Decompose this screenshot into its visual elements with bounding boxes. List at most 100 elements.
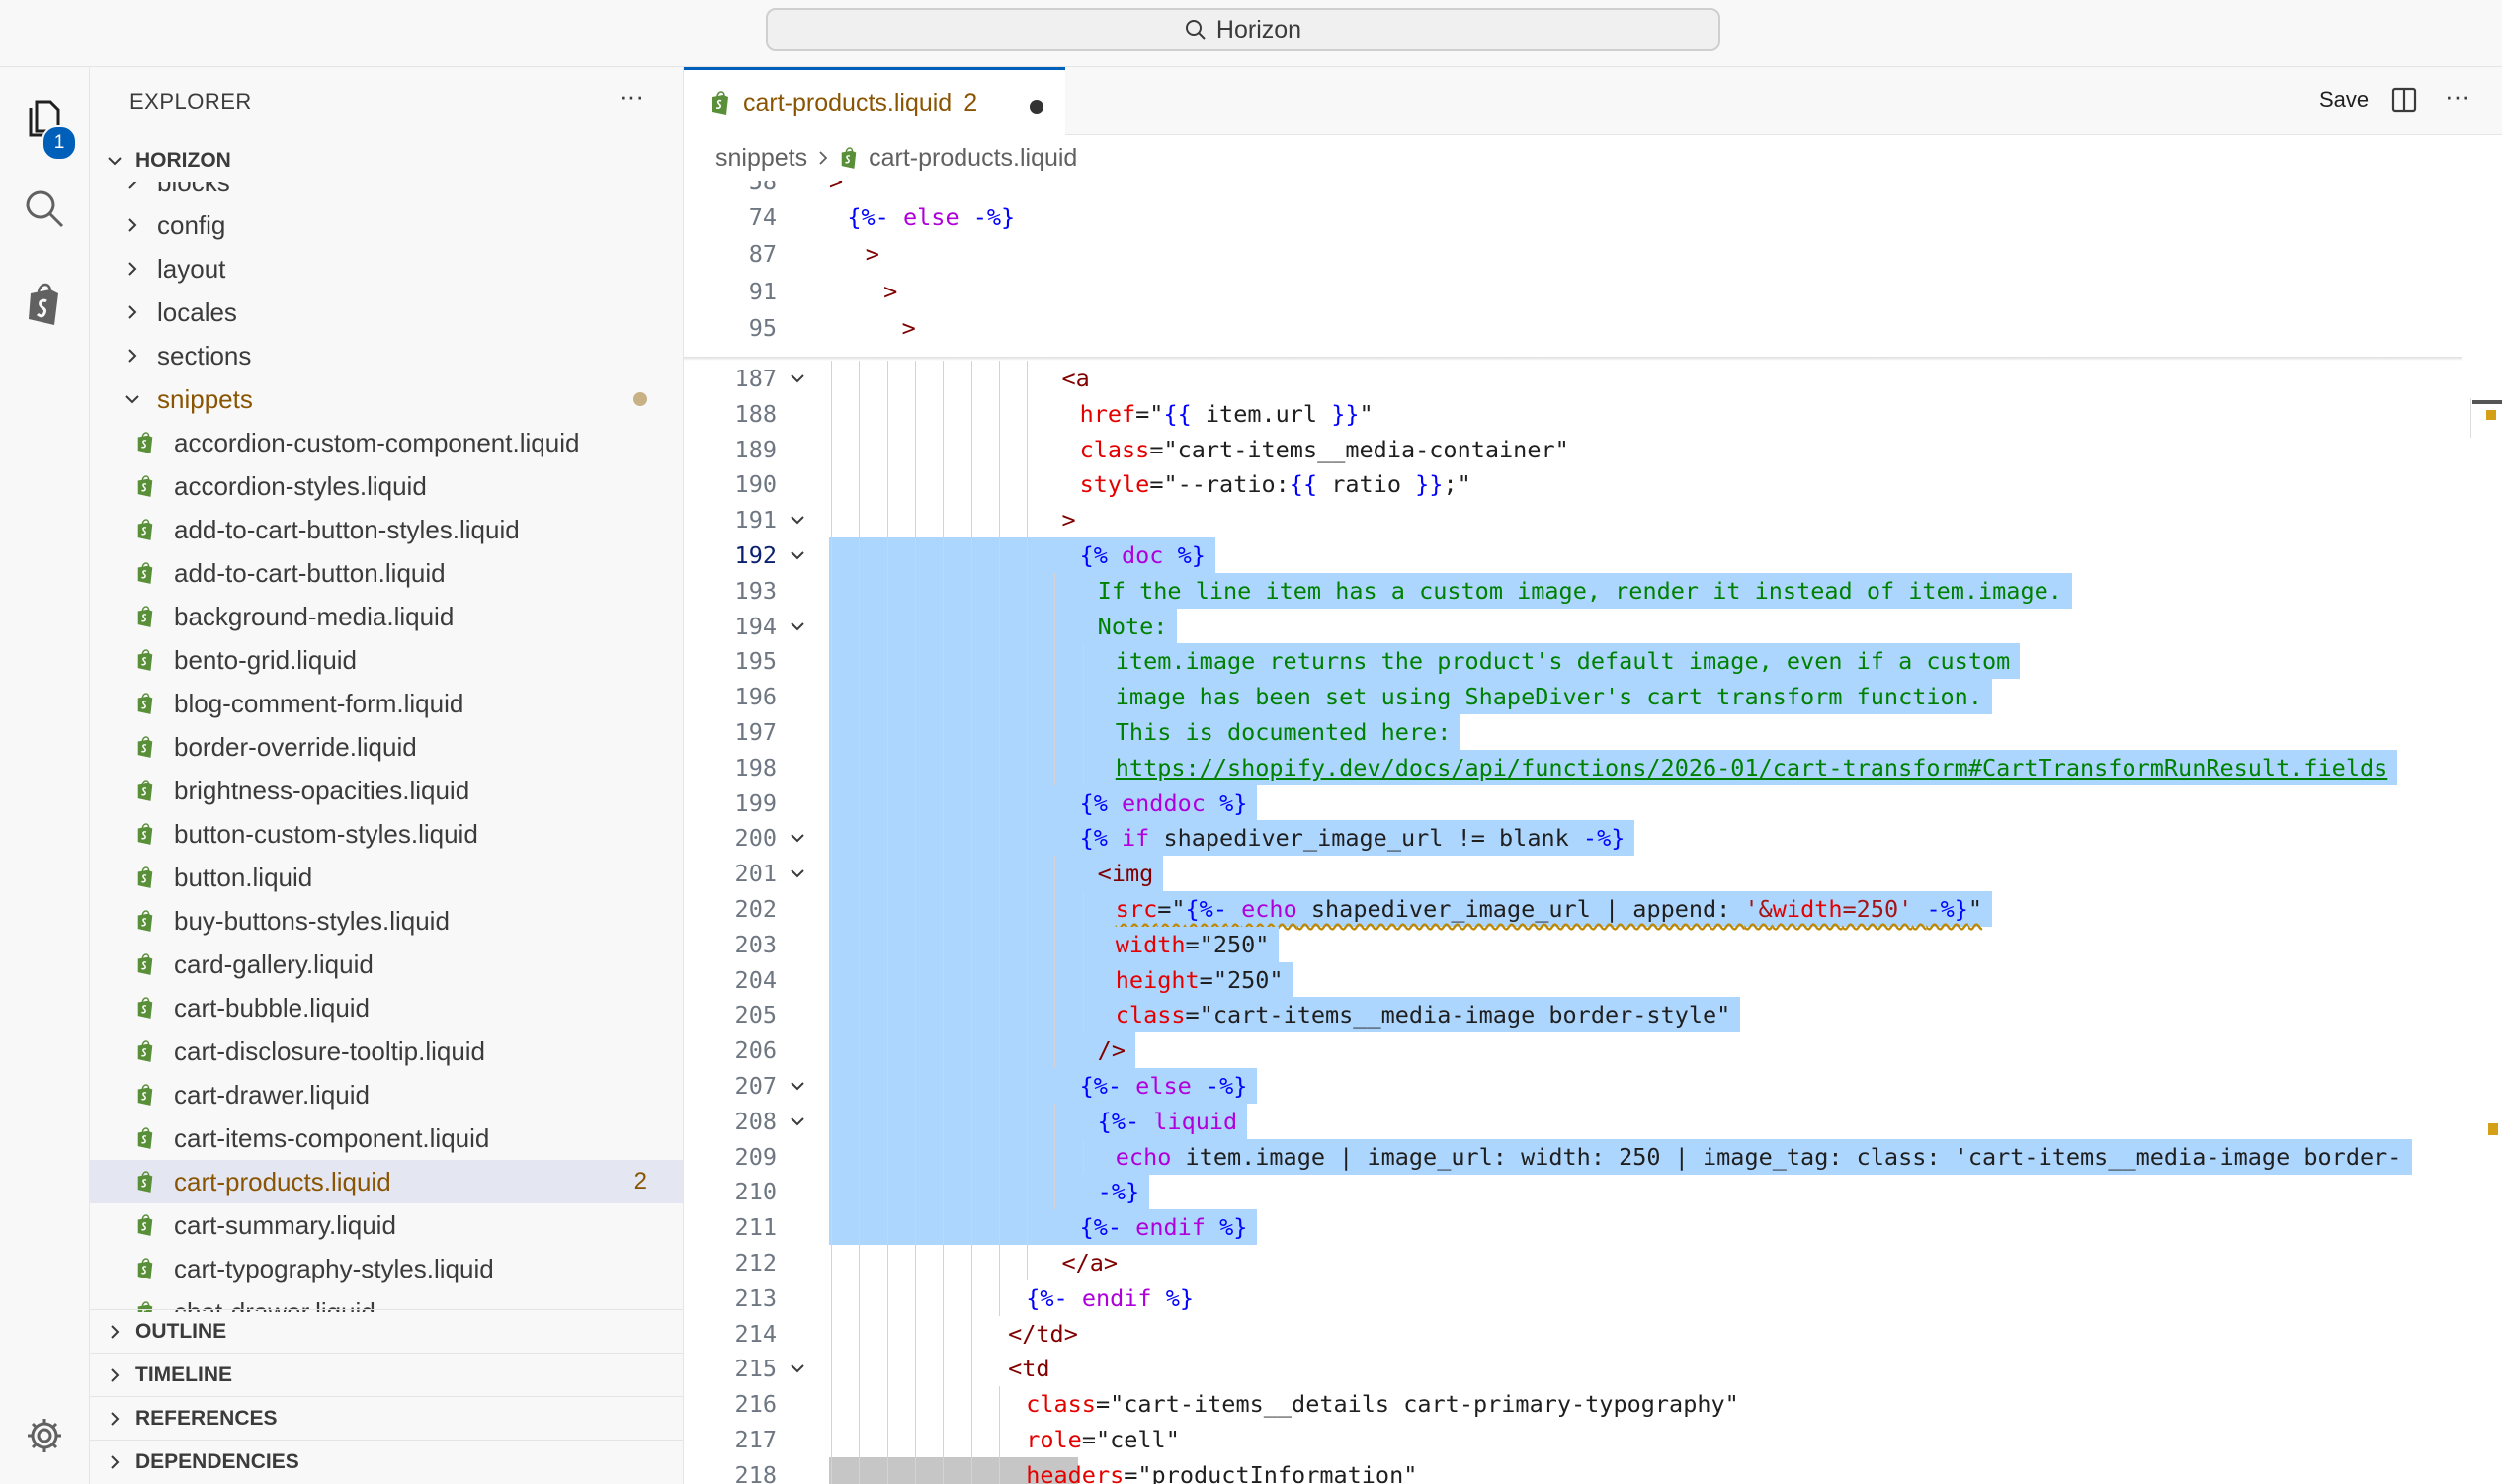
chevron-down-icon[interactable] xyxy=(789,856,806,891)
code-line[interactable]: 189 class="cart-items__media-container" xyxy=(684,431,2502,467)
code-line[interactable]: 209 echo item.image | image_url: width: 2… xyxy=(684,1138,2502,1175)
file-item[interactable]: brightness-opacities.liquid xyxy=(90,769,683,812)
chevron-down-icon[interactable] xyxy=(789,537,806,573)
code-editor[interactable]: 58 >74 {%- else -%} 87 >91 >95 > 187 <a 188 href="… xyxy=(684,181,2502,1484)
code-line[interactable]: 213 {%- endif %} xyxy=(684,1279,2502,1316)
chevron-down-icon[interactable] xyxy=(789,1104,806,1139)
code-line[interactable]: 215 <td xyxy=(684,1351,2502,1387)
file-item-label: accordion-styles.liquid xyxy=(174,470,427,501)
file-item[interactable]: accordion-custom-component.liquid xyxy=(90,421,683,464)
sticky-code-line[interactable]: 91 > xyxy=(684,274,2502,309)
file-item[interactable]: cart-products.liquid 2 xyxy=(90,1160,683,1203)
chevron-down-icon[interactable] xyxy=(789,361,806,396)
folder-locales[interactable]: locales xyxy=(90,290,683,334)
code-line[interactable]: 211 {%- endif %} xyxy=(684,1209,2502,1246)
file-item[interactable]: border-override.liquid xyxy=(90,725,683,769)
chevron-down-icon[interactable] xyxy=(789,1351,806,1386)
code-line[interactable]: 203 width="250" xyxy=(684,926,2502,962)
more-actions-icon[interactable]: ··· xyxy=(619,81,644,112)
sticky-code-line[interactable]: 95 > xyxy=(684,310,2502,346)
code-line[interactable]: 191 > xyxy=(684,502,2502,538)
code-line[interactable]: 216 class="cart-items__details cart-prima… xyxy=(684,1386,2502,1423)
file-item[interactable]: bento-grid.liquid xyxy=(90,638,683,682)
indent-guide xyxy=(831,749,832,785)
code-line[interactable]: 205 class="cart-items__media-image border… xyxy=(684,997,2502,1033)
code-line[interactable]: 204 height="250" xyxy=(684,961,2502,998)
breadcrumb-file[interactable]: cart-products.liquid xyxy=(869,144,1077,173)
indent-guide xyxy=(998,643,1000,680)
chevron-down-icon[interactable] xyxy=(789,820,806,856)
unsaved-dot-icon[interactable] xyxy=(1030,100,1043,114)
code-line[interactable]: 217 role="cell" xyxy=(684,1422,2502,1457)
folder-layout[interactable]: layout xyxy=(90,247,683,290)
file-item[interactable]: blog-comment-form.liquid xyxy=(90,682,683,725)
folder-blocks[interactable]: blocks xyxy=(90,182,683,204)
file-item-label: add-to-cart-button-styles.liquid xyxy=(174,514,520,544)
code-line[interactable]: 208 {%- liquid xyxy=(684,1103,2502,1139)
file-item[interactable]: background-media.liquid xyxy=(90,595,683,638)
file-item[interactable]: button-custom-styles.liquid xyxy=(90,812,683,856)
code-line[interactable]: 202 src="{%- echo shapediver_image_url | … xyxy=(684,891,2502,927)
explorer-activity[interactable]: 1 xyxy=(0,80,89,161)
folder-config[interactable]: config xyxy=(90,204,683,247)
file-item[interactable]: cart-bubble.liquid xyxy=(90,986,683,1030)
more-actions-icon[interactable]: ··· xyxy=(2445,81,2470,112)
file-item[interactable]: cart-typography-styles.liquid xyxy=(90,1247,683,1290)
code-line[interactable]: 192 {% doc %} xyxy=(684,537,2502,573)
sticky-code-line[interactable]: 87 > xyxy=(684,236,2502,272)
workspace-root-header[interactable]: HORIZON xyxy=(90,140,683,182)
command-center-search[interactable]: Horizon xyxy=(766,8,1720,51)
code-line[interactable]: 197 This is documented here: xyxy=(684,714,2502,750)
search-activity[interactable] xyxy=(0,169,89,248)
file-item[interactable]: cart-disclosure-tooltip.liquid xyxy=(90,1030,683,1073)
settings-activity[interactable] xyxy=(0,1396,89,1475)
breadcrumb-folder[interactable]: snippets xyxy=(715,144,807,173)
file-item[interactable]: cart-items-component.liquid xyxy=(90,1116,683,1160)
file-item[interactable]: add-to-cart-button.liquid xyxy=(90,551,683,595)
code-text: <td xyxy=(1008,1355,1050,1383)
tab-cart-products[interactable]: cart-products.liquid 2 xyxy=(684,67,1065,135)
chevron-down-icon[interactable] xyxy=(789,609,806,644)
file-item-label: add-to-cart-button.liquid xyxy=(174,557,446,588)
pane-outline[interactable]: OUTLINE xyxy=(90,1309,683,1354)
file-item[interactable]: cart-drawer.liquid xyxy=(90,1073,683,1116)
folder-snippets[interactable]: snippets xyxy=(90,377,683,421)
pane-timeline[interactable]: TIMELINE xyxy=(90,1353,683,1397)
sticky-code-line[interactable]: 74 {%- else -%} xyxy=(684,200,2502,235)
pane-references[interactable]: REFERENCES xyxy=(90,1396,683,1441)
chevron-down-icon[interactable] xyxy=(789,1068,806,1104)
code-line[interactable]: 194 Note: xyxy=(684,608,2502,644)
shopify-activity[interactable] xyxy=(0,265,89,344)
file-item[interactable]: add-to-cart-button-styles.liquid xyxy=(90,508,683,551)
code-line[interactable]: 201 <img xyxy=(684,856,2502,892)
file-item[interactable]: accordion-styles.liquid xyxy=(90,464,683,508)
code-line[interactable]: 199 {% enddoc %} xyxy=(684,784,2502,821)
code-line[interactable]: 218 headers="productInformation" xyxy=(684,1456,2502,1484)
split-editor-icon[interactable] xyxy=(2391,87,2417,118)
code-line[interactable]: 188 href="{{ item.url }}" xyxy=(684,395,2502,432)
file-item[interactable]: cart-summary.liquid xyxy=(90,1203,683,1247)
code-line[interactable]: 190 style="--ratio:{{ ratio }};" xyxy=(684,466,2502,503)
file-item[interactable]: card-gallery.liquid xyxy=(90,943,683,986)
sticky-code-line[interactable]: 58 > xyxy=(684,181,2502,199)
code-line[interactable]: 206 /> xyxy=(684,1032,2502,1069)
folder-sections[interactable]: sections xyxy=(90,334,683,377)
code-line[interactable]: 214 </td> xyxy=(684,1315,2502,1352)
code-line[interactable]: 193 If the line item has a custom image, … xyxy=(684,572,2502,609)
chevron-down-icon[interactable] xyxy=(789,502,806,537)
code-line[interactable]: 198 https://shopify.dev/docs/api/function… xyxy=(684,749,2502,785)
file-item[interactable]: button.liquid xyxy=(90,856,683,899)
code-line[interactable]: 196 image has been set using ShapeDiver's… xyxy=(684,679,2502,715)
indent-guide xyxy=(831,466,832,503)
code-line[interactable]: 210 -%} xyxy=(684,1174,2502,1210)
code-line[interactable]: 187 <a xyxy=(684,361,2502,396)
code-line[interactable]: 200 {% if shapediver_image_url != blank -… xyxy=(684,820,2502,857)
search-icon xyxy=(1185,20,1206,40)
save-button[interactable]: Save xyxy=(2319,87,2369,113)
code-line[interactable]: 195 item.image returns the product's defa… xyxy=(684,643,2502,680)
pane-dependencies[interactable]: DEPENDENCIES xyxy=(90,1440,683,1484)
code-line[interactable]: 207 {%- else -%} xyxy=(684,1068,2502,1104)
file-item[interactable]: buy-buttons-styles.liquid xyxy=(90,899,683,943)
code-line[interactable]: 212 </a> xyxy=(684,1245,2502,1280)
line-number: 91 xyxy=(748,277,777,305)
